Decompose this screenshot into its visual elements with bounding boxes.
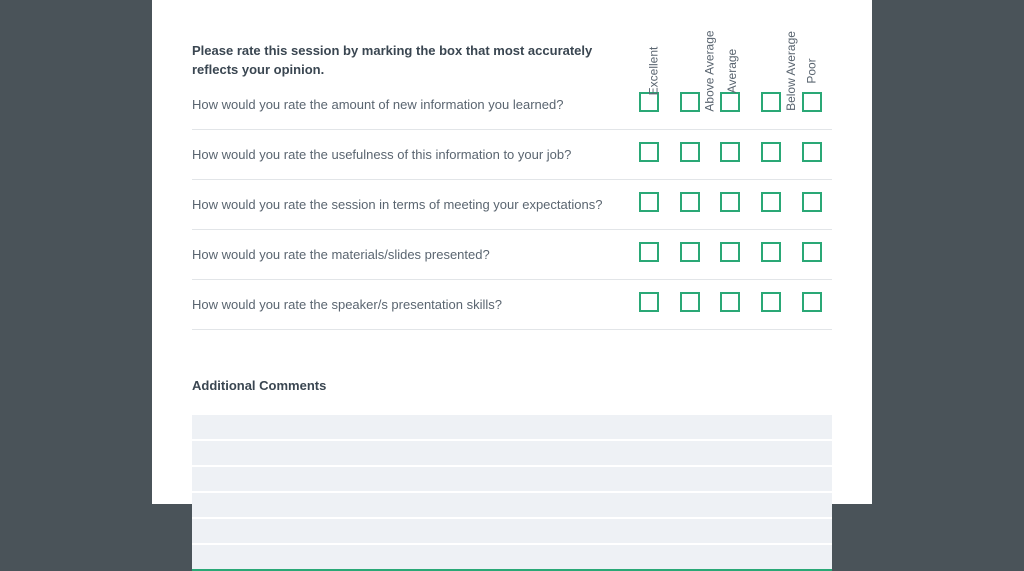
option-header-above-average: Above Average <box>669 10 710 80</box>
comments-heading: Additional Comments <box>192 378 832 393</box>
question-row: How would you rate the usefulness of thi… <box>192 130 832 180</box>
checkbox-q3-below-average[interactable] <box>761 192 781 212</box>
checkbox-q1-below-average[interactable] <box>761 92 781 112</box>
comment-line <box>192 519 832 545</box>
rating-table: Please rate this session by marking the … <box>192 10 832 330</box>
checkbox-q1-poor[interactable] <box>802 92 822 112</box>
checkbox-q5-below-average[interactable] <box>761 292 781 312</box>
question-row: How would you rate the session in terms … <box>192 180 832 230</box>
rating-header-row: Please rate this session by marking the … <box>192 10 832 80</box>
checkbox-q5-poor[interactable] <box>802 292 822 312</box>
question-text: How would you rate the usefulness of thi… <box>192 130 629 180</box>
checkbox-q3-excellent[interactable] <box>639 192 659 212</box>
rating-instruction: Please rate this session by marking the … <box>192 10 629 80</box>
checkbox-q1-average[interactable] <box>720 92 740 112</box>
checkbox-q2-poor[interactable] <box>802 142 822 162</box>
comment-line <box>192 545 832 571</box>
checkbox-q5-above-average[interactable] <box>680 292 700 312</box>
checkbox-q1-above-average[interactable] <box>680 92 700 112</box>
checkbox-q2-excellent[interactable] <box>639 142 659 162</box>
checkbox-q4-poor[interactable] <box>802 242 822 262</box>
option-header-below-average: Below Average <box>751 10 792 80</box>
form-page: Please rate this session by marking the … <box>152 0 872 504</box>
question-row: How would you rate the speaker/s present… <box>192 280 832 330</box>
question-text: How would you rate the materials/slides … <box>192 230 629 280</box>
question-text: How would you rate the speaker/s present… <box>192 280 629 330</box>
question-row: How would you rate the materials/slides … <box>192 230 832 280</box>
checkbox-q2-below-average[interactable] <box>761 142 781 162</box>
checkbox-q3-above-average[interactable] <box>680 192 700 212</box>
checkbox-q5-average[interactable] <box>720 292 740 312</box>
comments-textarea[interactable] <box>192 415 832 571</box>
comment-line <box>192 467 832 493</box>
checkbox-q4-above-average[interactable] <box>680 242 700 262</box>
checkbox-q3-average[interactable] <box>720 192 740 212</box>
checkbox-q4-excellent[interactable] <box>639 242 659 262</box>
comment-line <box>192 493 832 519</box>
checkbox-q2-average[interactable] <box>720 142 740 162</box>
comment-line <box>192 441 832 467</box>
option-header-excellent: Excellent <box>629 10 670 80</box>
comment-line <box>192 415 832 441</box>
checkbox-q5-excellent[interactable] <box>639 292 659 312</box>
checkbox-q4-average[interactable] <box>720 242 740 262</box>
question-text: How would you rate the amount of new inf… <box>192 80 629 130</box>
checkbox-q2-above-average[interactable] <box>680 142 700 162</box>
checkbox-q3-poor[interactable] <box>802 192 822 212</box>
checkbox-q4-below-average[interactable] <box>761 242 781 262</box>
question-text: How would you rate the session in terms … <box>192 180 629 230</box>
